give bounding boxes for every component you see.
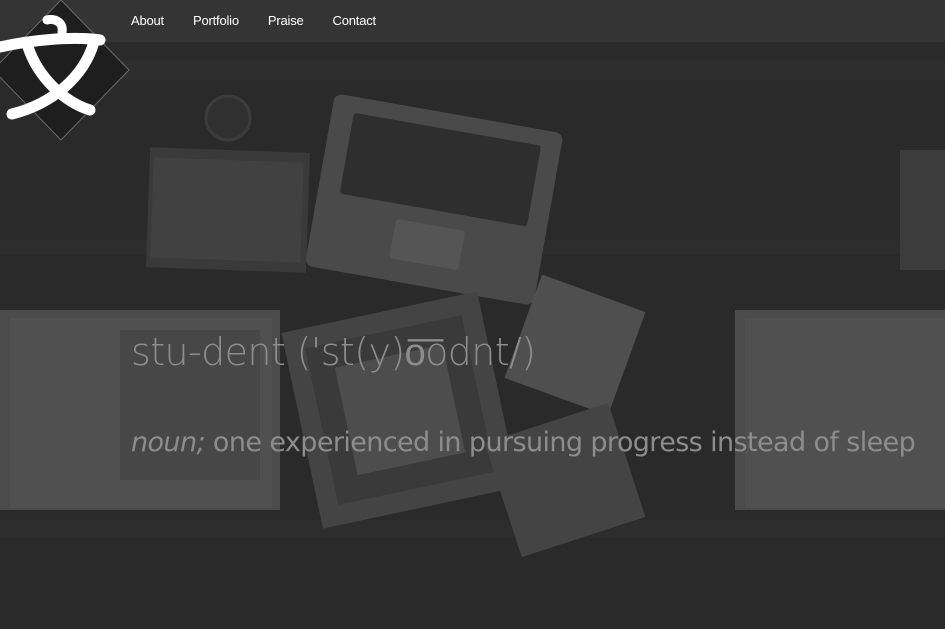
hero-definition: noun; one experienced in pursuing progre… <box>131 427 916 458</box>
part-of-speech: noun; <box>131 427 206 458</box>
logo-icon[interactable] <box>0 0 130 148</box>
hero-background-image <box>0 0 945 629</box>
hero-headline: stu-dent ('st(y)o͞odnt/) <box>131 330 536 374</box>
nav-link-about[interactable]: About <box>131 0 164 42</box>
nav-link-contact[interactable]: Contact <box>333 0 377 42</box>
nav-link-praise[interactable]: Praise <box>268 0 304 42</box>
definition-text: one experienced in pursuing progress ins… <box>204 427 916 458</box>
main-nav: About Portfolio Praise Contact <box>131 0 405 42</box>
nav-link-portfolio[interactable]: Portfolio <box>193 0 239 42</box>
page: About Portfolio Praise Contact stu-dent … <box>0 0 945 629</box>
